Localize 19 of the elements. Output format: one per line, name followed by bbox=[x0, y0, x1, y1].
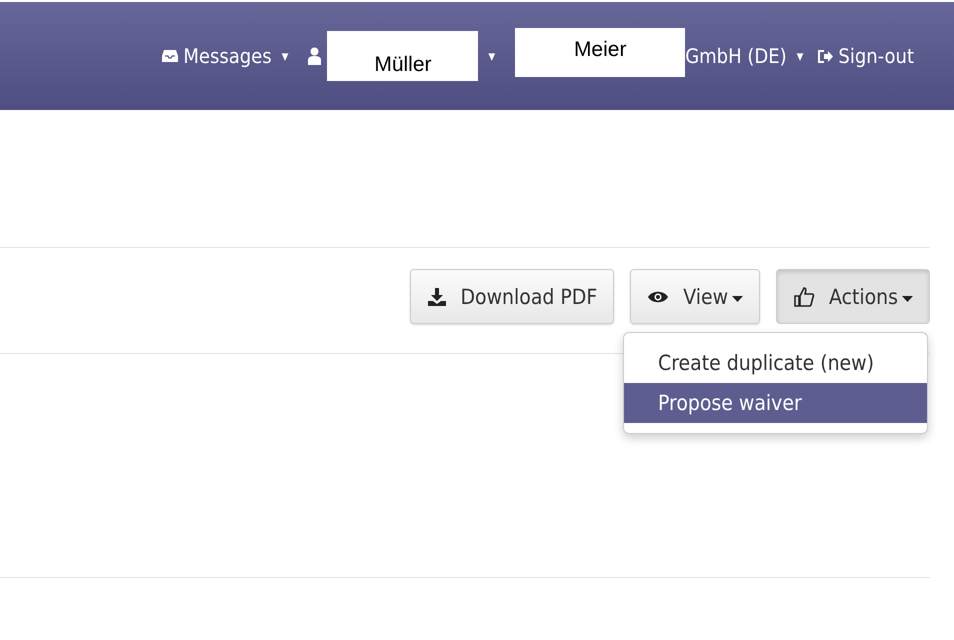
download-icon bbox=[426, 286, 446, 306]
thumbs-up-icon bbox=[793, 286, 816, 308]
company-suffix[interactable]: GmbH (DE) bbox=[685, 44, 787, 68]
sign-out-icon bbox=[817, 48, 834, 64]
caret-icon[interactable]: ▾ bbox=[796, 47, 804, 65]
inbox-icon bbox=[162, 49, 178, 63]
messages-link[interactable]: Messages bbox=[162, 44, 272, 68]
user-name-label: Müller bbox=[327, 31, 478, 81]
caret-icon[interactable]: ▾ bbox=[282, 47, 288, 65]
actions-button[interactable]: Actions bbox=[776, 269, 930, 324]
download-button[interactable]: Download PDF bbox=[410, 269, 614, 324]
view-button[interactable]: View bbox=[630, 269, 760, 324]
menu-item[interactable]: Propose waiver bbox=[624, 383, 927, 423]
menu-item[interactable]: Create duplicate (new) bbox=[624, 343, 927, 383]
caret-icon[interactable]: ▾ bbox=[488, 47, 496, 65]
user-icon bbox=[308, 47, 322, 65]
company-name-label: Meier bbox=[515, 28, 686, 76]
eye-icon bbox=[647, 290, 670, 304]
sign-out-link[interactable]: Sign-out bbox=[817, 44, 914, 68]
